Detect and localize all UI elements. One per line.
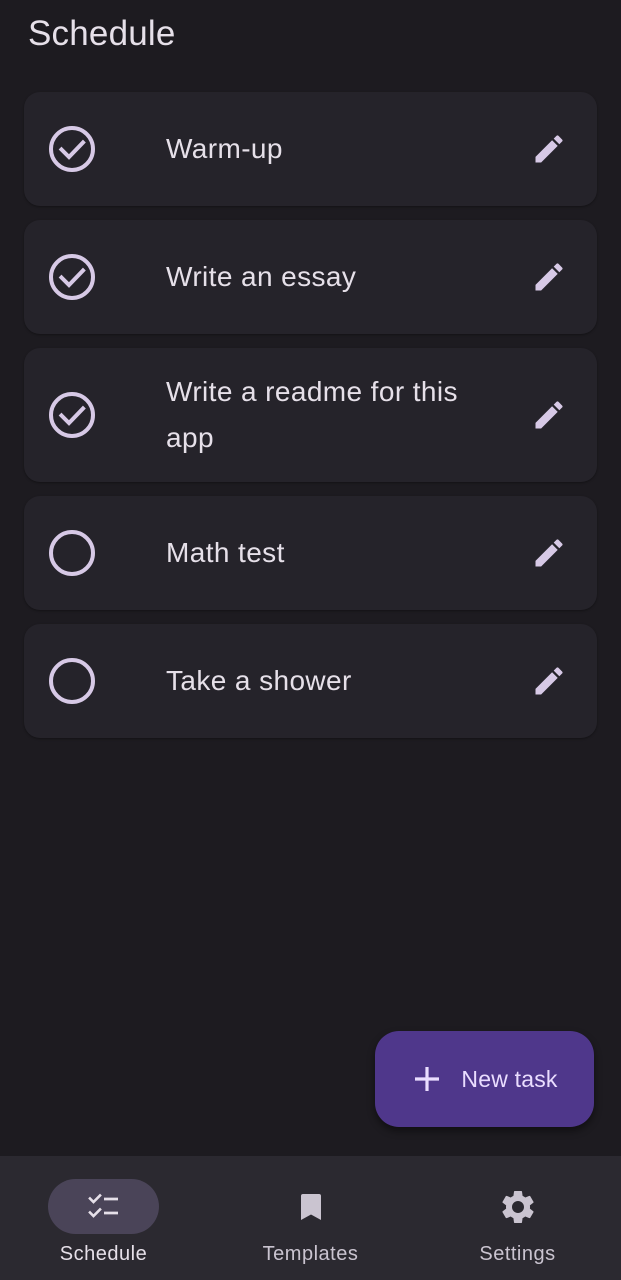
bookmark-icon xyxy=(300,1193,321,1220)
task-label: Write a readme for this app xyxy=(166,376,458,453)
edit-task-button[interactable] xyxy=(525,253,573,301)
circle-icon xyxy=(49,530,95,576)
edit-task-button[interactable] xyxy=(525,125,573,173)
nav-item-settings[interactable]: Settings xyxy=(414,1156,621,1280)
nav-item-templates[interactable]: Templates xyxy=(207,1156,414,1280)
task-checkbox[interactable] xyxy=(48,125,96,173)
pencil-icon xyxy=(535,539,563,567)
plus-icon xyxy=(415,1067,440,1091)
task-card: Take a shower xyxy=(24,624,597,738)
edit-task-button[interactable] xyxy=(525,529,573,577)
task-checkbox[interactable] xyxy=(48,253,96,301)
pencil-icon xyxy=(535,135,563,163)
task-card: Math test xyxy=(24,496,597,610)
task-label: Take a shower xyxy=(166,665,352,696)
check-circle-icon xyxy=(49,254,95,300)
gear-icon xyxy=(501,1190,534,1223)
task-checkbox[interactable] xyxy=(48,657,96,705)
app-root: Schedule Warm-up Write an essay Write a … xyxy=(0,0,621,1280)
page-title: Schedule xyxy=(28,14,176,53)
circle-icon xyxy=(49,658,95,704)
task-checkbox[interactable] xyxy=(48,529,96,577)
nav-label: Settings xyxy=(479,1243,556,1265)
task-label: Write an essay xyxy=(166,261,357,292)
task-card: Write an essay xyxy=(24,220,597,334)
nav-active-indicator xyxy=(48,1179,159,1234)
bottom-navigation: Schedule Templates Settings xyxy=(0,1156,621,1280)
edit-task-button[interactable] xyxy=(525,657,573,705)
pencil-icon xyxy=(535,263,563,291)
new-task-label: New task xyxy=(461,1065,558,1092)
checklist-icon xyxy=(87,1193,118,1218)
pencil-icon xyxy=(535,667,563,695)
task-checkbox[interactable] xyxy=(48,391,96,439)
nav-item-schedule[interactable]: Schedule xyxy=(0,1156,207,1280)
nav-icon-container xyxy=(462,1179,573,1234)
edit-task-button[interactable] xyxy=(525,391,573,439)
check-circle-icon xyxy=(49,126,95,172)
task-label: Math test xyxy=(166,537,285,568)
check-circle-icon xyxy=(49,392,95,438)
nav-label: Templates xyxy=(262,1243,359,1265)
task-card: Warm-up xyxy=(24,92,597,206)
nav-label: Schedule xyxy=(59,1243,148,1265)
pencil-icon xyxy=(535,401,563,429)
task-label: Warm-up xyxy=(166,133,283,164)
task-list: Warm-up Write an essay Write a readme fo… xyxy=(24,92,597,752)
nav-icon-container xyxy=(255,1179,366,1234)
task-card: Write a readme for this app xyxy=(24,348,597,482)
new-task-button[interactable]: New task xyxy=(375,1031,594,1127)
